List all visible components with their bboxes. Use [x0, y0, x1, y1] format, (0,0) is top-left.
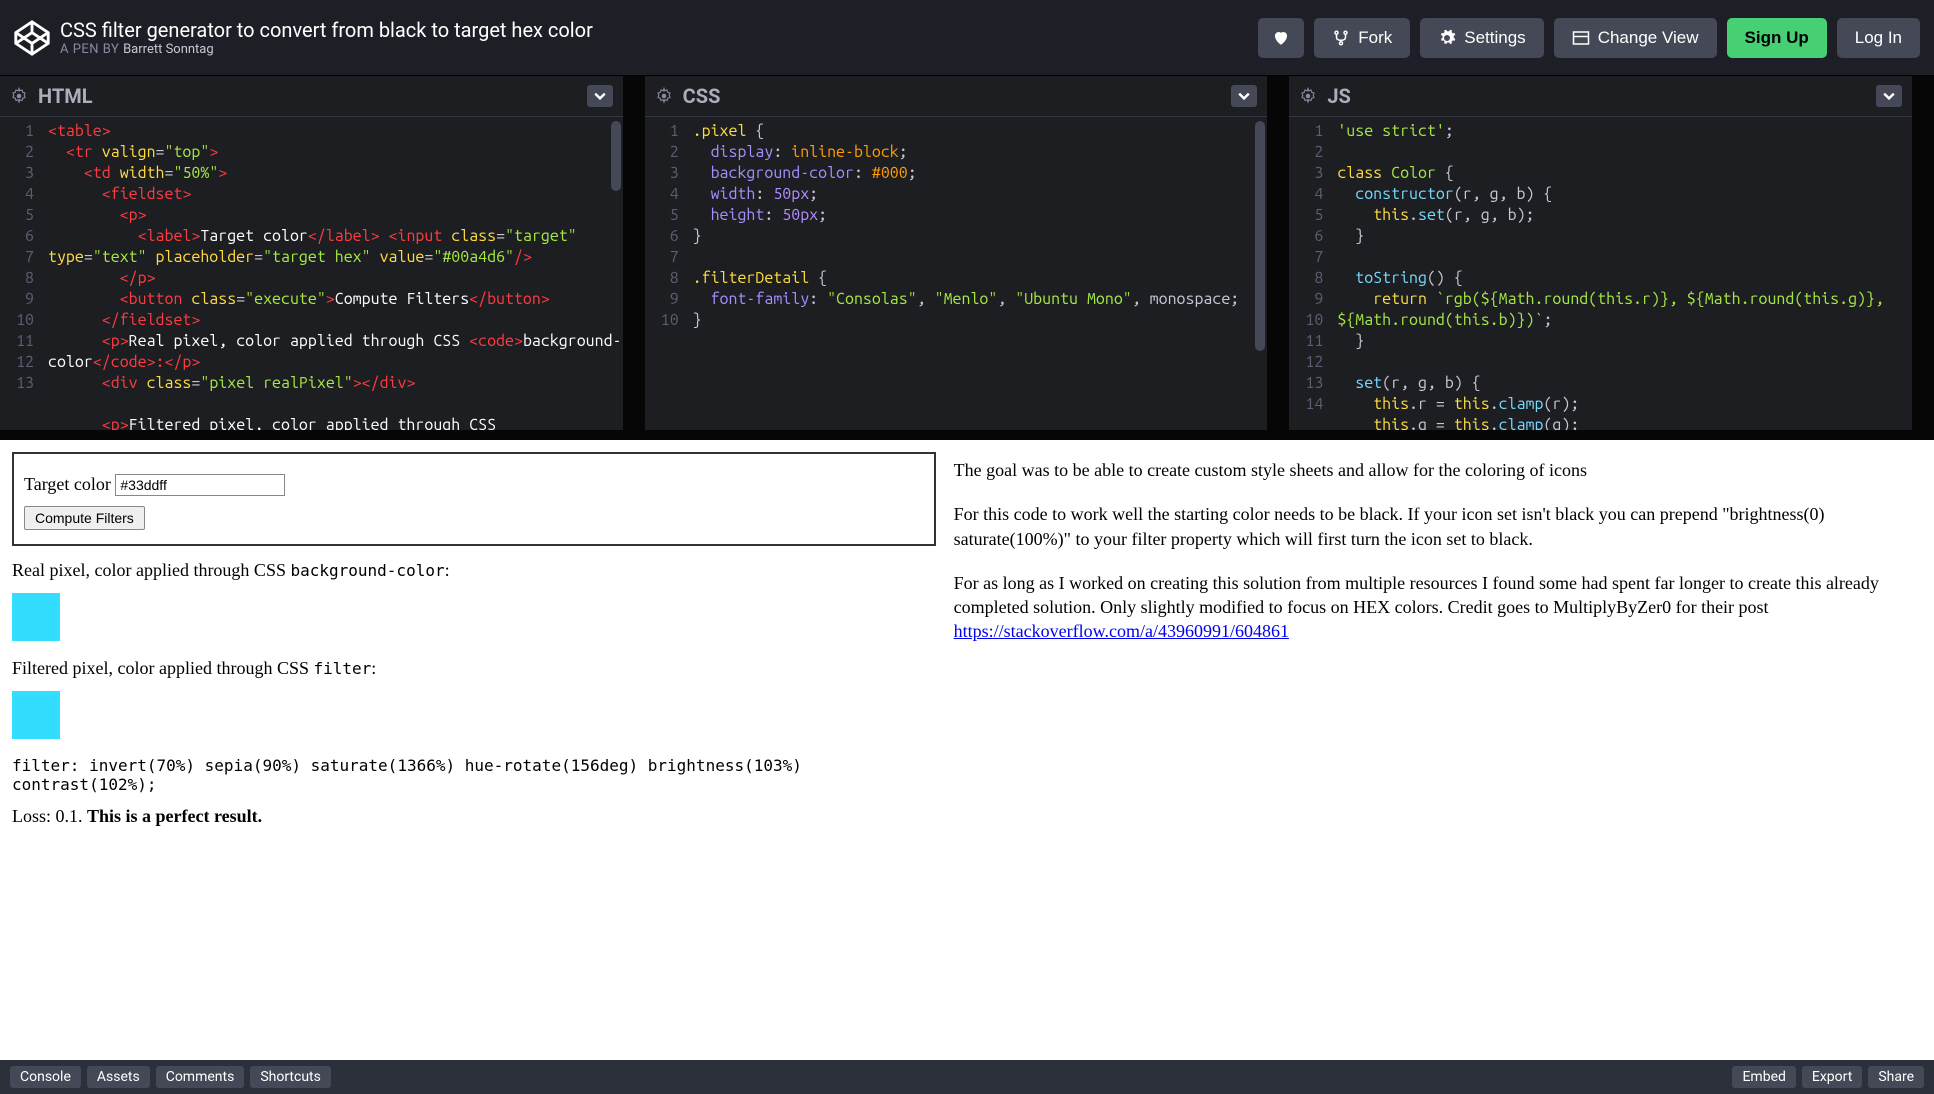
preview-right: The goal was to be able to create custom…: [948, 440, 1934, 1060]
css-code-area[interactable]: 12345678910 .pixel { display: inline-blo…: [645, 117, 1268, 430]
preview-left: Target color Compute Filters Real pixel,…: [0, 440, 948, 1060]
html-code[interactable]: <table> <tr valign="top"> <td width="50%…: [42, 117, 623, 430]
target-label: Target color: [24, 474, 111, 494]
credit-paragraph: For as long as I worked on creating this…: [954, 571, 1914, 644]
js-gutter: 1234567891011121314: [1289, 117, 1331, 430]
target-input[interactable]: [115, 474, 285, 496]
pen-byline: A PEN BY Barrett Sonntag: [60, 42, 1258, 57]
embed-button[interactable]: Embed: [1732, 1066, 1795, 1088]
explain-paragraph: For this code to work well the starting …: [954, 502, 1914, 551]
pen-title: CSS filter generator to convert from bla…: [60, 18, 1258, 42]
heart-icon: [1272, 29, 1290, 47]
comments-button[interactable]: Comments: [156, 1066, 245, 1088]
credit-link[interactable]: https://stackoverflow.com/a/43960991/604…: [954, 621, 1289, 641]
heart-button[interactable]: [1258, 18, 1304, 58]
chevron-down-icon: [1883, 90, 1895, 102]
js-editor: JS 1234567891011121314 'use strict'; cla…: [1289, 76, 1912, 430]
js-code[interactable]: 'use strict'; class Color { constructor(…: [1331, 117, 1912, 430]
css-editor-menu[interactable]: [1231, 85, 1257, 107]
author-link[interactable]: Barrett Sonntag: [123, 42, 214, 57]
scrollbar[interactable]: [611, 121, 621, 191]
gear-icon: [1438, 29, 1456, 47]
footer: Console Assets Comments Shortcuts Embed …: [0, 1060, 1934, 1094]
console-button[interactable]: Console: [10, 1066, 81, 1088]
css-code[interactable]: .pixel { display: inline-block; backgrou…: [687, 117, 1268, 430]
header: CSS filter generator to convert from bla…: [0, 0, 1934, 76]
css-gutter: 12345678910: [645, 117, 687, 430]
gear-icon[interactable]: [10, 87, 28, 105]
target-fieldset: Target color Compute Filters: [12, 452, 936, 546]
chevron-down-icon: [1238, 90, 1250, 102]
change-view-button[interactable]: Change View: [1554, 18, 1717, 58]
preview-pane: Target color Compute Filters Real pixel,…: [0, 430, 1934, 1060]
layout-icon: [1572, 29, 1590, 47]
gear-icon[interactable]: [1299, 87, 1317, 105]
assets-button[interactable]: Assets: [87, 1066, 150, 1088]
html-code-area[interactable]: 12345678910111213 <table> <tr valign="to…: [0, 117, 623, 430]
fork-button[interactable]: Fork: [1314, 18, 1410, 58]
html-gutter: 12345678910111213: [0, 117, 42, 430]
js-editor-title: JS: [1327, 84, 1876, 108]
gear-icon[interactable]: [655, 87, 673, 105]
goal-paragraph: The goal was to be able to create custom…: [954, 458, 1914, 482]
share-button[interactable]: Share: [1868, 1066, 1924, 1088]
real-pixel-label: Real pixel, color applied through CSS ba…: [12, 560, 936, 581]
shortcuts-button[interactable]: Shortcuts: [250, 1066, 331, 1088]
html-editor-menu[interactable]: [587, 85, 613, 107]
chevron-down-icon: [594, 90, 606, 102]
css-editor: CSS 12345678910 .pixel { display: inline…: [645, 76, 1268, 430]
css-editor-header: CSS: [645, 76, 1268, 117]
login-button[interactable]: Log In: [1837, 18, 1920, 58]
editors-row: HTML 12345678910111213 <table> <tr valig…: [0, 76, 1934, 430]
filtered-pixel: [12, 691, 60, 739]
html-editor: HTML 12345678910111213 <table> <tr valig…: [0, 76, 623, 430]
js-editor-header: JS: [1289, 76, 1912, 117]
scrollbar[interactable]: [1255, 121, 1265, 351]
js-code-area[interactable]: 1234567891011121314 'use strict'; class …: [1289, 117, 1912, 430]
real-pixel: [12, 593, 60, 641]
codepen-logo-icon: [14, 20, 50, 56]
title-area: CSS filter generator to convert from bla…: [60, 18, 1258, 57]
js-editor-menu[interactable]: [1876, 85, 1902, 107]
html-editor-title: HTML: [38, 84, 587, 108]
loss-output: Loss: 0.1. This is a perfect result.: [12, 806, 936, 827]
filtered-pixel-label: Filtered pixel, color applied through CS…: [12, 658, 936, 679]
export-button[interactable]: Export: [1802, 1066, 1862, 1088]
filter-output: filter: invert(70%) sepia(90%) saturate(…: [12, 756, 936, 794]
header-buttons: Fork Settings Change View Sign Up Log In: [1258, 18, 1920, 58]
css-editor-title: CSS: [683, 84, 1232, 108]
html-editor-header: HTML: [0, 76, 623, 117]
settings-button[interactable]: Settings: [1420, 18, 1543, 58]
compute-filters-button[interactable]: Compute Filters: [24, 506, 145, 530]
signup-button[interactable]: Sign Up: [1727, 18, 1827, 58]
fork-icon: [1332, 29, 1350, 47]
